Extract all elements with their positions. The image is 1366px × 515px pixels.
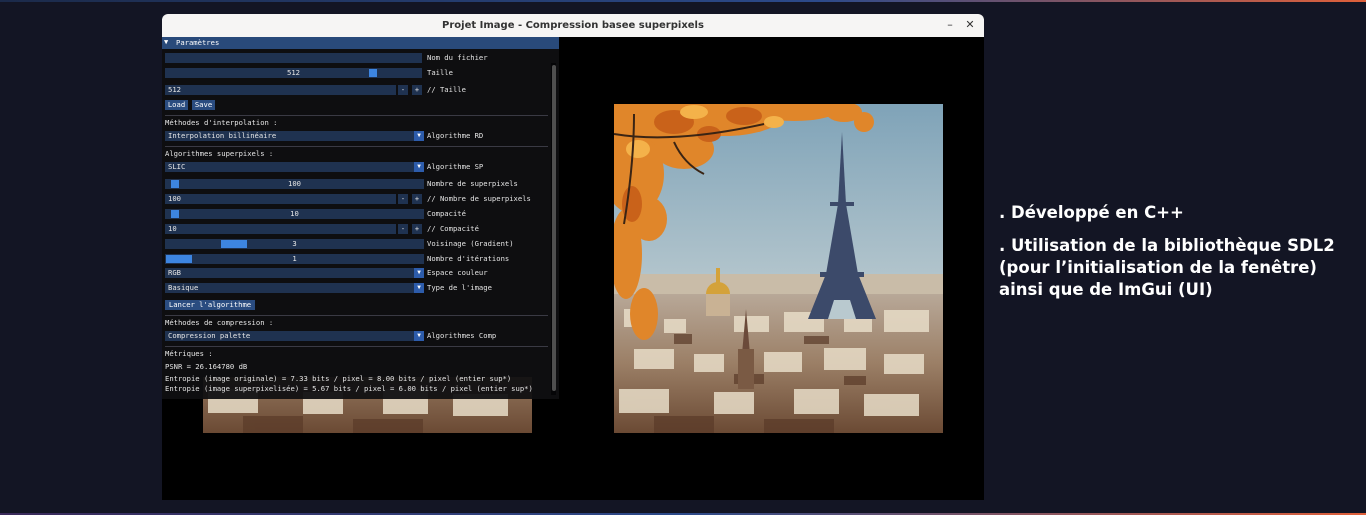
app-window: Projet Image - Compression basee superpi… bbox=[162, 14, 984, 500]
psnr-value: PSNR = 26.164780 dB bbox=[165, 362, 248, 371]
nb-superpixels-input[interactable]: 100 bbox=[165, 194, 396, 204]
nb-superpixels-slider-grab[interactable] bbox=[170, 180, 179, 188]
color-space-combo[interactable]: RGB ▼ bbox=[165, 268, 424, 278]
voisinage-label: Voisinage (Gradient) bbox=[427, 239, 514, 248]
compacite-slider[interactable]: 10 bbox=[165, 209, 424, 219]
separator bbox=[165, 346, 548, 347]
voisinage-slider-grab[interactable] bbox=[221, 240, 248, 248]
close-button[interactable]: ✕ bbox=[962, 17, 978, 33]
taille-slider[interactable]: 512 bbox=[165, 68, 422, 78]
compacite-input[interactable]: 10 bbox=[165, 224, 396, 234]
entropy-original: Entropie (image originale) = 7.33 bits /… bbox=[165, 374, 512, 383]
voisinage-slider-value: 3 bbox=[292, 239, 297, 248]
voisinage-slider[interactable]: 3 bbox=[165, 239, 424, 249]
compression-combo-label: Algorithmes Comp bbox=[427, 331, 497, 340]
sp-combo-value: SLIC bbox=[168, 162, 186, 171]
nb-superpixels-minus-button[interactable]: - bbox=[398, 194, 408, 204]
iterations-slider-value: 1 bbox=[292, 254, 297, 263]
imgui-parameters-panel: ▼ Paramètres Nom du fichier 512 Taille 5… bbox=[162, 37, 559, 399]
sp-combo[interactable]: SLIC ▼ bbox=[165, 162, 424, 172]
compacite-plus-button[interactable]: + bbox=[412, 224, 422, 234]
paris-photo-superpixel bbox=[614, 104, 943, 433]
taille-slider-value: 512 bbox=[287, 68, 300, 77]
separator bbox=[165, 146, 548, 147]
image-type-combo[interactable]: Basique ▼ bbox=[165, 283, 424, 293]
image-type-combo-value: Basique bbox=[168, 283, 199, 292]
chevron-down-icon[interactable]: ▼ bbox=[414, 131, 424, 141]
iterations-slider-grab[interactable] bbox=[166, 255, 192, 263]
separator bbox=[165, 115, 548, 116]
separator bbox=[165, 315, 548, 316]
interp-combo-label: Algorithme RD bbox=[427, 131, 484, 140]
nb-superpixels-slider-value: 100 bbox=[288, 179, 301, 188]
chevron-down-icon[interactable]: ▼ bbox=[414, 331, 424, 341]
nb-superpixels-label: Nombre de superpixels bbox=[427, 179, 518, 188]
color-space-combo-value: RGB bbox=[168, 268, 181, 277]
collapse-arrow-icon[interactable]: ▼ bbox=[164, 38, 168, 46]
taille-input-label: // Taille bbox=[427, 85, 466, 94]
filename-label: Nom du fichier bbox=[427, 53, 488, 62]
panel-header-label: Paramètres bbox=[176, 38, 220, 47]
taille-slider-grab[interactable] bbox=[368, 69, 377, 77]
compacite-input-label: // Compacité bbox=[427, 224, 479, 233]
filename-input[interactable] bbox=[165, 53, 422, 63]
iterations-label: Nombre d'itérations bbox=[427, 254, 510, 263]
interp-combo[interactable]: Interpolation billinéaire ▼ bbox=[165, 131, 424, 141]
nb-superpixels-slider[interactable]: 100 bbox=[165, 179, 424, 189]
title-bar: Projet Image - Compression basee superpi… bbox=[162, 14, 984, 38]
entropy-superpixel: Entropie (image superpixelisée) = 5.67 b… bbox=[165, 384, 533, 393]
panel-header[interactable]: ▼ Paramètres bbox=[162, 37, 559, 49]
compacite-label: Compacité bbox=[427, 209, 466, 218]
taille-plus-button[interactable]: + bbox=[412, 85, 422, 95]
taille-label: Taille bbox=[427, 68, 453, 77]
scrollbar-thumb[interactable] bbox=[552, 65, 556, 391]
sp-combo-label: Algorithme SP bbox=[427, 162, 484, 171]
chevron-down-icon[interactable]: ▼ bbox=[414, 162, 424, 172]
compacite-minus-button[interactable]: - bbox=[398, 224, 408, 234]
metrics-title: Métriques : bbox=[165, 349, 213, 358]
side-note-libraries: . Utilisation de la bibliothèque SDL2 (p… bbox=[999, 236, 1335, 299]
taille-minus-button[interactable]: - bbox=[398, 85, 408, 95]
load-button[interactable]: Load bbox=[165, 100, 188, 110]
iterations-slider[interactable]: 1 bbox=[165, 254, 424, 264]
taille-input[interactable]: 512 bbox=[165, 85, 396, 95]
nb-superpixels-input-label: // Nombre de superpixels bbox=[427, 194, 531, 203]
window-title: Projet Image - Compression basee superpi… bbox=[442, 20, 704, 31]
compression-combo[interactable]: Compression palette ▼ bbox=[165, 331, 424, 341]
compacite-slider-grab[interactable] bbox=[170, 210, 179, 218]
interp-combo-value: Interpolation billinéaire bbox=[168, 131, 277, 140]
image-type-label: Type de l'image bbox=[427, 283, 492, 292]
nb-superpixels-plus-button[interactable]: + bbox=[412, 194, 422, 204]
side-notes: . Développé en C++ . Utilisation de la b… bbox=[999, 202, 1359, 312]
compacite-slider-value: 10 bbox=[290, 209, 299, 218]
minimize-button[interactable]: – bbox=[942, 17, 958, 33]
sp-section-title: Algorithmes superpixels : bbox=[165, 149, 274, 158]
side-note-language: . Développé en C++ bbox=[999, 203, 1184, 222]
chevron-down-icon[interactable]: ▼ bbox=[414, 268, 424, 278]
color-space-label: Espace couleur bbox=[427, 268, 488, 277]
run-algorithm-button[interactable]: Lancer l'algorithme bbox=[165, 300, 255, 310]
top-accent-line bbox=[0, 0, 1366, 2]
superpixel-image bbox=[614, 104, 943, 433]
compression-combo-value: Compression palette bbox=[168, 331, 251, 340]
chevron-down-icon[interactable]: ▼ bbox=[414, 283, 424, 293]
save-button[interactable]: Save bbox=[192, 100, 215, 110]
render-canvas: ▼ Paramètres Nom du fichier 512 Taille 5… bbox=[162, 37, 984, 500]
interp-section-title: Méthodes d'interpolation : bbox=[165, 118, 278, 127]
comp-section-title: Méthodes de compression : bbox=[165, 318, 274, 327]
panel-scrollbar[interactable] bbox=[551, 63, 556, 395]
